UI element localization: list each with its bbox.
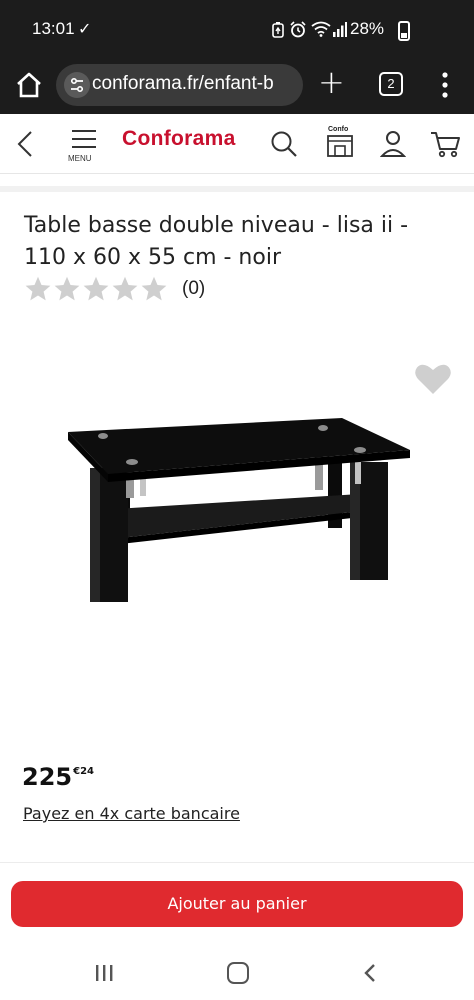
back-arrow-icon[interactable] <box>16 130 34 158</box>
wifi-icon <box>311 21 331 37</box>
brand-logo[interactable]: Conforama <box>122 127 236 151</box>
menu-dots-icon[interactable] <box>438 70 452 100</box>
user-account-icon[interactable] <box>380 130 406 158</box>
star-icon <box>141 276 167 301</box>
wishlist-heart-icon[interactable] <box>414 362 452 396</box>
recent-apps-icon[interactable] <box>94 965 114 981</box>
browser-toolbar: conforama.fr/enfant-b + 2 <box>0 60 474 114</box>
search-icon[interactable] <box>270 130 298 158</box>
price-decimal: €24 <box>73 766 94 777</box>
site-settings-icon[interactable] <box>64 72 90 98</box>
star-icon <box>25 276 51 301</box>
battery-percent: 28% <box>350 19 385 38</box>
menu-label: MENU <box>68 154 92 163</box>
payment-installments-link[interactable]: Payez en 4x carte bancaire <box>23 804 240 823</box>
nav-back-icon[interactable] <box>364 963 376 983</box>
new-tab-icon[interactable]: + <box>318 66 345 98</box>
review-count: (0) <box>182 278 206 299</box>
download-done-icon: ✓ <box>78 19 92 38</box>
star-icon <box>83 276 109 301</box>
rating-stars <box>24 275 168 303</box>
battery-icon <box>398 21 410 41</box>
product-rating[interactable]: (0) <box>24 275 205 303</box>
add-to-cart-button[interactable]: Ajouter au panier <box>11 881 463 927</box>
signal-icon <box>333 22 347 37</box>
alarm-icon <box>290 21 306 38</box>
system-nav-bar <box>0 945 474 1000</box>
confo-label: Confo <box>328 126 349 133</box>
battery-saver-icon <box>272 22 284 38</box>
menu-button[interactable]: MENU <box>68 128 100 163</box>
status-bar: 13:01 ✓ 28% <box>0 0 474 60</box>
site-header: MENU Conforama Confo <box>0 114 474 174</box>
product-image <box>68 418 410 602</box>
star-icon <box>54 276 80 301</box>
address-bar[interactable]: conforama.fr/enfant-b <box>56 64 303 106</box>
price-integer: 225 <box>22 763 73 791</box>
hamburger-icon <box>72 130 96 132</box>
cart-icon[interactable] <box>430 130 462 158</box>
nav-home-icon[interactable] <box>227 962 249 984</box>
header-divider <box>0 186 474 192</box>
bottom-divider <box>0 862 474 863</box>
product-price: 225 €24 <box>22 762 94 792</box>
store-icon[interactable]: Confo <box>326 126 354 158</box>
url-text: conforama.fr/enfant-b <box>92 73 274 94</box>
star-icon <box>112 276 138 301</box>
home-icon[interactable] <box>14 70 44 100</box>
product-title: Table basse double niveau - lisa ii - 11… <box>24 213 409 270</box>
status-time: 13:01 <box>32 19 75 38</box>
tabs-icon[interactable]: 2 <box>379 72 403 96</box>
